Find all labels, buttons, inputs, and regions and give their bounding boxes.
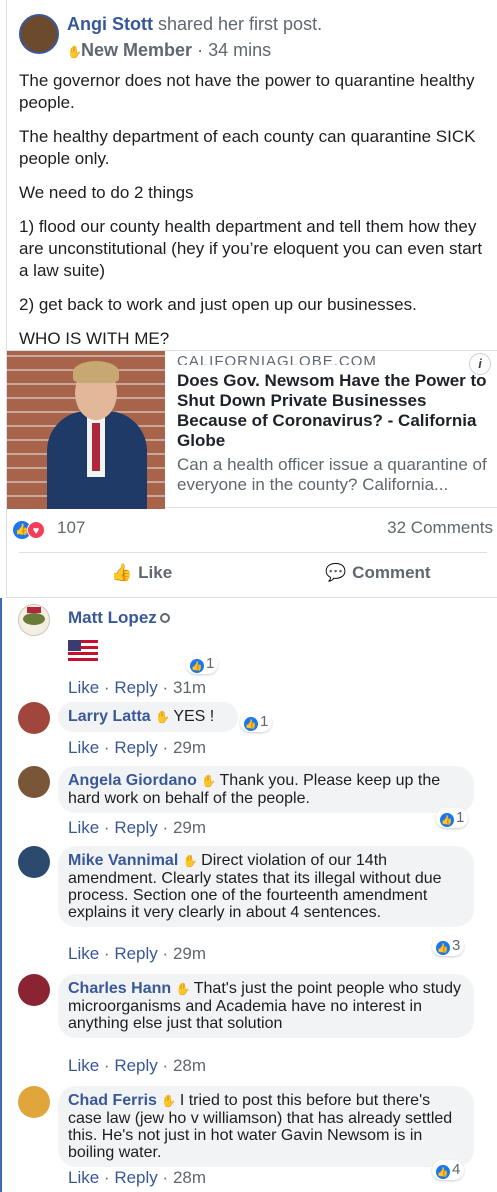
waving-hand-icon: ✋ xyxy=(161,1094,177,1108)
post-card: Angi Stott shared her first post. ✋New M… xyxy=(6,0,497,598)
comment: Matt Lopez 👍 1 Like · Reply · 31m xyxy=(18,604,478,697)
link-description: Can a health officer issue a quarantine … xyxy=(177,455,487,494)
link-preview-image[interactable] xyxy=(7,351,165,509)
thumbs-up-icon: 👍 xyxy=(111,563,133,582)
post-paragraph: 1) flood our county health department an… xyxy=(19,217,483,280)
love-reaction-icon: ♥ xyxy=(27,520,45,539)
comment-label: Comment xyxy=(352,563,431,582)
comment-bubble: Charles Hann ✋ That's just the point peo… xyxy=(58,974,474,1038)
post-paragraph: The governor does not have the power to … xyxy=(19,71,475,112)
post-paragraph: 2) get back to work and just open up our… xyxy=(19,295,417,314)
commenter-name[interactable]: Angela Giordano xyxy=(68,772,197,789)
comment-time[interactable]: 29m xyxy=(173,944,206,963)
comment-bubble: Chad Ferris ✋ I tried to post this befor… xyxy=(58,1086,474,1167)
waving-hand-icon: ✋ xyxy=(201,774,217,788)
reaction-count[interactable]: 107 xyxy=(57,518,85,538)
comments-count[interactable]: 32 Comments xyxy=(387,518,493,538)
like-button[interactable]: 👍 Like xyxy=(111,553,172,593)
comment-time[interactable]: 28m xyxy=(173,1056,206,1075)
post-actions: 👍 Like 💬 Comment xyxy=(19,552,487,592)
comment-reply-link[interactable]: Reply xyxy=(114,944,157,963)
commenter-avatar[interactable] xyxy=(18,702,50,734)
comment-reactions[interactable]: 👍 3 xyxy=(432,936,465,956)
comment: Chad Ferris ✋ I tried to post this befor… xyxy=(18,1086,478,1190)
link-title[interactable]: Does Gov. Newsom Have the Power to Shut … xyxy=(177,371,489,451)
comment-reply-link[interactable]: Reply xyxy=(114,1168,157,1187)
speech-bubble-icon: 💬 xyxy=(325,563,347,582)
like-label: Like xyxy=(138,563,173,582)
comment-time[interactable]: 31m xyxy=(173,678,206,697)
comment-button[interactable]: 💬 Comment xyxy=(325,553,431,593)
comment-time[interactable]: 29m xyxy=(173,818,206,837)
commenter-name[interactable]: Charles Hann xyxy=(68,980,171,997)
post-paragraph: We need to do 2 things xyxy=(19,183,194,202)
comment-bubble: Angela Giordano ✋ Thank you. Please keep… xyxy=(58,766,474,813)
post-header: Angi Stott shared her first post. ✋New M… xyxy=(19,12,497,62)
comments-section: Matt Lopez 👍 1 Like · Reply · 31m Larry … xyxy=(0,598,497,1192)
comment-reply-link[interactable]: Reply xyxy=(114,738,157,757)
commenter-name[interactable]: Chad Ferris xyxy=(68,1092,157,1109)
info-icon[interactable]: i xyxy=(469,353,491,375)
like-reaction-icon: 👍 xyxy=(436,1165,450,1179)
comment-bubble: Mike Vannimal ✋ Direct violation of our … xyxy=(58,846,474,927)
link-domain: CALIFORNIAGLOBE.COM xyxy=(177,353,377,365)
comment-like-link[interactable]: Like xyxy=(68,944,99,963)
comment-reply-link[interactable]: Reply xyxy=(114,1056,157,1075)
waving-hand-icon: ✋ xyxy=(155,710,171,724)
comment-time[interactable]: 29m xyxy=(173,738,206,757)
new-member-badge: New Member xyxy=(81,40,193,60)
comment: Charles Hann ✋ That's just the point peo… xyxy=(18,974,478,1078)
comment-like-link[interactable]: Like xyxy=(68,738,99,757)
shared-text: shared her first post. xyxy=(158,14,323,34)
like-reaction-icon: 👍 xyxy=(436,941,450,955)
commenter-avatar[interactable] xyxy=(18,1086,50,1118)
badge-icon xyxy=(159,613,170,623)
commenter-avatar[interactable] xyxy=(18,766,50,798)
commenter-avatar[interactable] xyxy=(18,604,50,636)
post-paragraph: The healthy department of each county ca… xyxy=(19,127,476,168)
waving-hand-icon: ✋ xyxy=(175,982,191,996)
commenter-avatar[interactable] xyxy=(18,974,50,1006)
commenter-name[interactable]: Matt Lopez xyxy=(68,608,157,627)
comment-text: YES ! xyxy=(173,708,215,725)
author-name[interactable]: Angi Stott xyxy=(67,14,153,34)
flag-icon xyxy=(68,640,98,667)
author-avatar[interactable] xyxy=(19,14,59,54)
like-reaction-icon: 👍 xyxy=(190,659,204,673)
comment-reactions[interactable]: 👍 1 xyxy=(436,808,469,828)
comment-reply-link[interactable]: Reply xyxy=(114,818,157,837)
post-body: The governor does not have the power to … xyxy=(19,70,491,362)
comment-reactions[interactable]: 👍 1 xyxy=(186,654,219,674)
like-reaction-icon: 👍 xyxy=(440,813,454,827)
comment: Angela Giordano ✋ Thank you. Please keep… xyxy=(18,766,478,838)
link-preview-card[interactable]: CALIFORNIAGLOBE.COM Does Gov. Newsom Hav… xyxy=(7,350,497,509)
comment-reactions[interactable]: 👍 1 xyxy=(240,712,273,732)
comment-like-link[interactable]: Like xyxy=(68,818,99,837)
post-paragraph: WHO IS WITH ME? xyxy=(19,329,170,348)
comment: Larry Latta ✋ YES ! 👍 1 Like · Reply · 29… xyxy=(18,702,478,760)
comment-like-link[interactable]: Like xyxy=(68,1056,99,1075)
post-time[interactable]: 34 mins xyxy=(208,40,271,60)
comment: Mike Vannimal ✋ Direct violation of our … xyxy=(18,846,478,966)
comment-reply-link[interactable]: Reply xyxy=(114,678,157,697)
comment-like-link[interactable]: Like xyxy=(68,678,99,697)
commenter-avatar[interactable] xyxy=(18,846,50,878)
comment-bubble: Larry Latta ✋ YES ! xyxy=(58,702,238,732)
comment-time[interactable]: 28m xyxy=(173,1168,206,1187)
commenter-name[interactable]: Larry Latta xyxy=(68,708,151,725)
comment-like-link[interactable]: Like xyxy=(68,1168,99,1187)
reactions-row: 👍 ♥ 107 32 Comments xyxy=(13,516,493,544)
meta-separator: · xyxy=(197,40,204,60)
like-reaction-icon: 👍 xyxy=(244,717,258,731)
comment-reactions[interactable]: 👍 4 xyxy=(432,1160,465,1180)
waving-hand-icon: ✋ xyxy=(182,854,198,868)
commenter-name[interactable]: Mike Vannimal xyxy=(68,852,178,869)
waving-hand-icon: ✋ xyxy=(67,45,82,59)
